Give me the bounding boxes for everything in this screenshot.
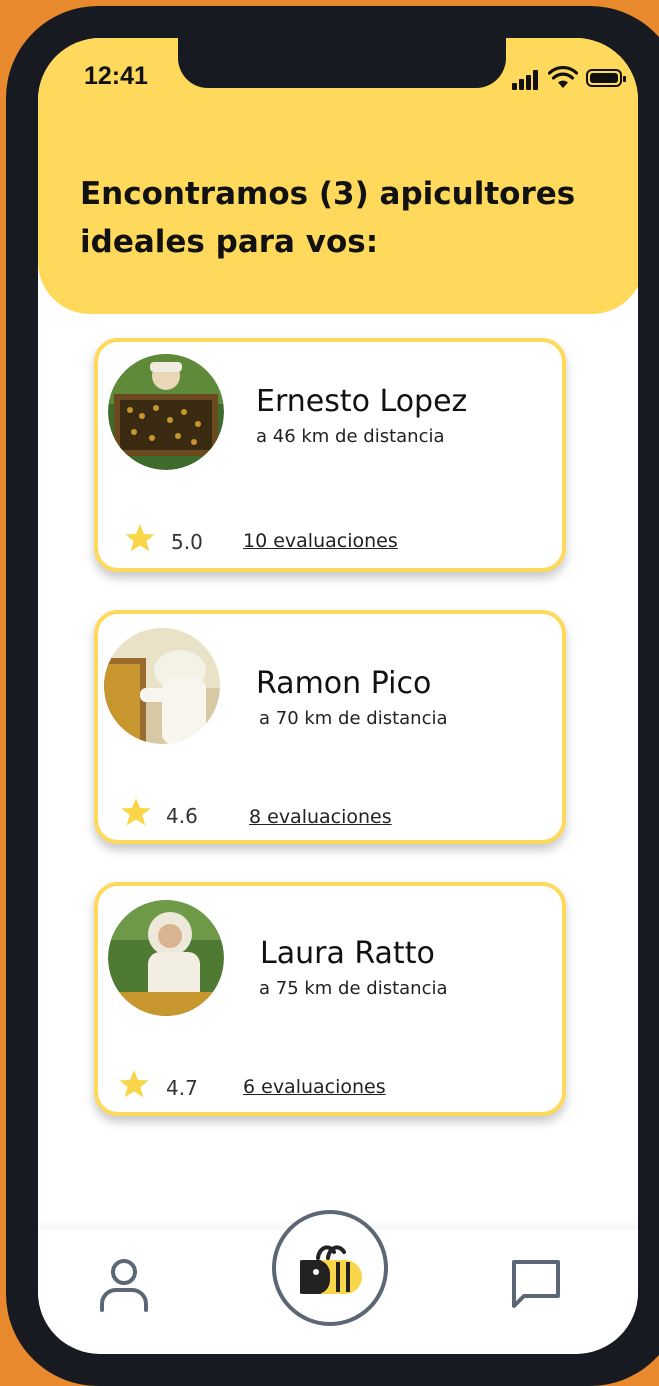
app-screen: 12:41 Encontramos (3) apicultores ideale… — [38, 38, 638, 1354]
reviews-link[interactable]: 8 evaluaciones — [249, 806, 392, 828]
beekeeper-name: Ernesto Lopez — [256, 384, 468, 419]
bee-icon — [300, 1245, 362, 1294]
page-title: Encontramos (3) apicultores ideales para… — [80, 176, 576, 260]
rating-value: 4.7 — [166, 1076, 198, 1100]
beekeeper-card[interactable]: Ramon Pico a 70 km de distancia 4.6 8 ev… — [94, 610, 566, 844]
beekeeper-distance: a 46 km de distancia — [256, 426, 445, 447]
notch — [178, 38, 506, 88]
signal-icon — [512, 70, 540, 90]
avatar — [108, 900, 224, 1016]
reviews-link[interactable]: 10 evaluaciones — [243, 530, 398, 552]
beekeeper-distance: a 75 km de distancia — [259, 978, 448, 999]
header: 12:41 Encontramos (3) apicultores ideale… — [38, 38, 638, 314]
status-icons — [512, 66, 632, 92]
chat-icon[interactable] — [508, 1256, 564, 1312]
rating-value: 4.6 — [166, 804, 198, 828]
reviews-link[interactable]: 6 evaluaciones — [243, 1076, 386, 1098]
beekeeper-card[interactable]: Laura Ratto a 75 km de distancia 4.7 6 e… — [94, 882, 566, 1116]
avatar — [104, 628, 220, 744]
beekeeper-card[interactable]: Ernesto Lopez a 46 km de distancia 5.0 1… — [94, 338, 566, 572]
star-icon — [121, 798, 151, 826]
star-icon — [125, 524, 155, 552]
profile-icon[interactable] — [96, 1256, 152, 1314]
beekeeper-name: Ramon Pico — [256, 666, 432, 701]
beekeeper-name: Laura Ratto — [260, 936, 435, 971]
avatar — [108, 354, 224, 470]
status-time: 12:41 — [84, 62, 148, 90]
bee-home-button[interactable] — [272, 1210, 388, 1326]
star-icon — [119, 1070, 149, 1098]
wifi-icon — [548, 66, 578, 88]
beekeeper-distance: a 70 km de distancia — [259, 708, 448, 729]
battery-icon — [586, 69, 626, 87]
rating-value: 5.0 — [171, 530, 203, 554]
